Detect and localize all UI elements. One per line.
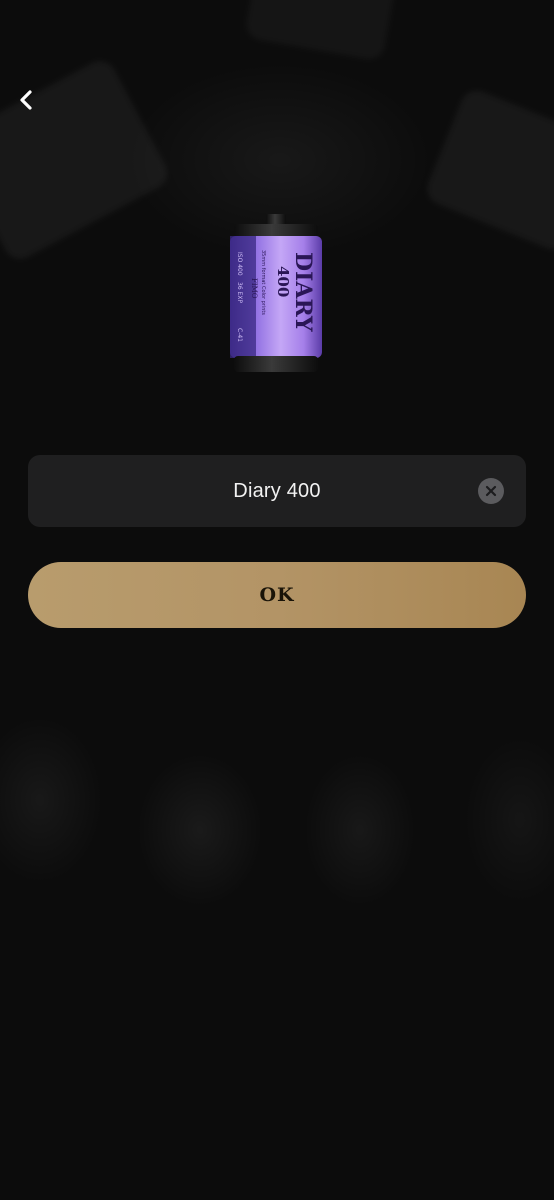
film-brand-title: DIARY — [290, 252, 316, 332]
ok-button-label: OK — [259, 584, 295, 606]
film-exposures: 36 EXP — [236, 282, 243, 303]
film-name-value: Diary 400 — [233, 479, 321, 502]
film-maker: FIMO — [250, 278, 258, 299]
ok-button[interactable]: OK — [28, 562, 526, 628]
film-code: C-41 — [236, 328, 243, 342]
background-blur-shape — [244, 0, 396, 62]
chevron-left-icon — [20, 90, 32, 110]
film-name-input[interactable]: Diary 400 — [28, 455, 526, 527]
film-subtitle: 35mm format Color prints — [260, 250, 266, 315]
film-brand-number: 400 — [274, 266, 292, 297]
film-canister-image: DIARY 400 35mm format Color prints FIMO … — [230, 214, 322, 372]
film-rename-screen: DIARY 400 35mm format Color prints FIMO … — [0, 0, 554, 1200]
back-button[interactable] — [10, 84, 42, 116]
clear-button[interactable] — [478, 478, 504, 504]
film-iso: ISO 400 — [236, 252, 243, 276]
background-blur-shape — [422, 86, 554, 254]
clear-x-icon — [485, 485, 497, 497]
